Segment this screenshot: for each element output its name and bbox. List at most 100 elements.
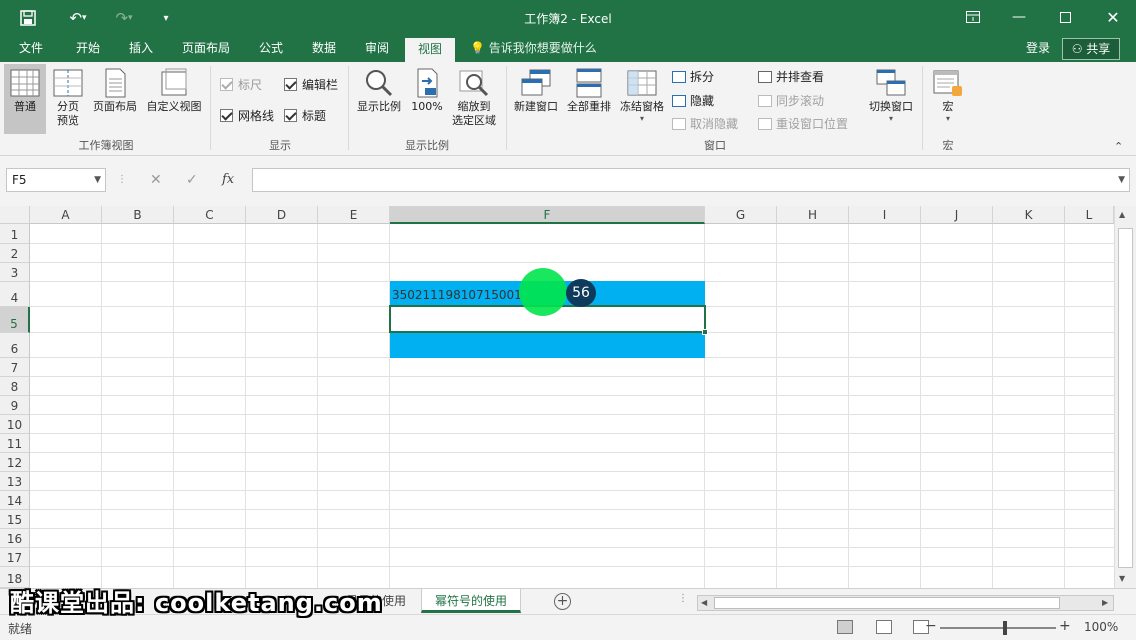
row-header-11[interactable]: 11 [0, 434, 30, 453]
tab-page-layout[interactable]: 页面布局 [172, 36, 240, 62]
workbook-views-group-label: 工作簿视图 [78, 139, 134, 152]
zoom-level[interactable]: 100% [1084, 620, 1118, 634]
formula-input[interactable]: ▼ [252, 168, 1130, 192]
column-header-f[interactable]: F [390, 206, 705, 224]
horizontal-scroll-thumb[interactable] [714, 597, 1060, 609]
tab-insert[interactable]: 插入 [118, 36, 164, 62]
zoom-100-button[interactable]: 100% [408, 64, 446, 134]
tab-data[interactable]: 数据 [300, 36, 348, 62]
row-header-15[interactable]: 15 [0, 510, 30, 529]
scroll-down-icon[interactable]: ▼ [1119, 574, 1125, 583]
split-button[interactable]: 拆分 [672, 68, 714, 85]
cancel-icon[interactable]: ✕ [150, 168, 162, 192]
enter-icon[interactable]: ✓ [186, 168, 198, 192]
zoom-in-icon[interactable]: + [1059, 618, 1071, 634]
login-link[interactable]: 登录 [1026, 36, 1050, 60]
insert-function-icon[interactable]: fx [222, 168, 234, 192]
row-header-5[interactable]: 5 [0, 307, 30, 333]
zoom-to-selection-button[interactable]: 缩放到 选定区域 [449, 64, 499, 134]
sheet-tab-power[interactable]: 幂符号的使用 [421, 589, 521, 613]
tab-view[interactable]: 视图 [405, 36, 455, 62]
name-box-dropdown-icon[interactable]: ▼ [94, 169, 101, 191]
share-button[interactable]: ⚇ 共享 [1062, 38, 1120, 60]
scroll-right-icon[interactable]: ▶ [1102, 596, 1108, 610]
maximize-icon[interactable] [1042, 0, 1088, 34]
row-header-2[interactable]: 2 [0, 244, 30, 263]
split-label: 拆分 [690, 70, 715, 84]
column-header-i[interactable]: I [849, 206, 921, 224]
select-all-corner[interactable] [0, 206, 30, 224]
zoom-button[interactable]: 显示比例 [354, 64, 404, 134]
tab-formulas[interactable]: 公式 [248, 36, 294, 62]
column-header-d[interactable]: D [246, 206, 318, 224]
fill-handle[interactable] [702, 329, 708, 335]
minimize-icon[interactable]: — [996, 0, 1042, 34]
column-header-a[interactable]: A [30, 206, 102, 224]
column-header-e[interactable]: E [318, 206, 390, 224]
column-header-j[interactable]: J [921, 206, 993, 224]
row-header-10[interactable]: 10 [0, 415, 30, 434]
expand-formula-bar-icon[interactable]: ▼ [1118, 169, 1125, 191]
column-header-l[interactable]: L [1065, 206, 1114, 224]
normal-view-status-icon[interactable] [837, 620, 853, 634]
row-header-3[interactable]: 3 [0, 263, 30, 282]
row-header-13[interactable]: 13 [0, 472, 30, 491]
arrange-all-button[interactable]: 全部重排 [564, 64, 614, 134]
row-header-17[interactable]: 17 [0, 548, 30, 567]
reset-position-icon [758, 117, 772, 130]
vertical-scroll-thumb[interactable] [1118, 228, 1133, 568]
horizontal-scrollbar[interactable]: ◀ ▶ [697, 595, 1114, 611]
custom-views-button[interactable]: 自定义视图 [143, 64, 205, 134]
normal-view-button[interactable]: 普通 [4, 64, 46, 134]
column-header-b[interactable]: B [102, 206, 174, 224]
row-header-8[interactable]: 8 [0, 377, 30, 396]
collapse-ribbon-icon[interactable]: ⌃ [1114, 140, 1123, 153]
tab-file[interactable]: 文件 [8, 36, 54, 62]
add-sheet-icon[interactable]: + [554, 593, 571, 610]
scroll-left-icon[interactable]: ◀ [701, 596, 707, 610]
zoom-slider[interactable] [940, 627, 1056, 629]
row-header-1[interactable]: 1 [0, 224, 30, 244]
row-header-6[interactable]: 6 [0, 333, 30, 358]
zoom-slider-knob[interactable] [1003, 621, 1007, 635]
switch-windows-button[interactable]: 切换窗口 ▾ [864, 64, 918, 134]
page-layout-status-icon[interactable] [876, 620, 892, 634]
tell-me-box[interactable]: 💡 告诉我你想要做什么 [470, 36, 597, 62]
view-side-by-side-button[interactable]: 并排查看 [758, 68, 824, 85]
ruler-checkbox[interactable]: 标尺 [220, 76, 262, 93]
normal-view-icon [10, 68, 40, 98]
tab-review[interactable]: 审阅 [354, 36, 400, 62]
row-header-4[interactable]: 4 [0, 282, 30, 307]
vertical-scrollbar[interactable]: ▲ ▼ [1114, 206, 1136, 588]
formula-bar-checkbox[interactable]: 编辑栏 [284, 76, 338, 93]
worksheet-grid[interactable]: ABCDEFGHIJKL 1 2 3 4 5 6 7 8 9 10 11 12 13 14 15 16 17 18… [0, 206, 1136, 588]
close-icon[interactable]: ✕ [1090, 0, 1136, 34]
page-break-preview-button[interactable]: 分页 预览 [50, 64, 86, 134]
column-header-g[interactable]: G [705, 206, 777, 224]
column-header-k[interactable]: K [993, 206, 1065, 224]
cell-F4[interactable]: 35021119810715001 [392, 286, 522, 304]
gridlines-checkbox[interactable]: 网格线 [220, 107, 274, 124]
freeze-panes-button[interactable]: 冻结窗格 ▾ [616, 64, 668, 134]
ribbon-display-icon[interactable] [950, 0, 996, 34]
row-header-12[interactable]: 12 [0, 453, 30, 472]
name-box[interactable]: F5 ▼ [6, 168, 106, 192]
tab-split-icon[interactable]: ⋮ [678, 593, 688, 604]
hide-button[interactable]: 隐藏 [672, 92, 714, 109]
column-header-h[interactable]: H [777, 206, 849, 224]
headings-checkbox[interactable]: 标题 [284, 107, 326, 124]
row-header-14[interactable]: 14 [0, 491, 30, 510]
column-header-c[interactable]: C [174, 206, 246, 224]
scroll-up-icon[interactable]: ▲ [1119, 210, 1125, 219]
zoom-out-icon[interactable]: − [925, 618, 937, 634]
macros-button[interactable]: 宏 ▾ [928, 64, 968, 134]
unhide-button[interactable]: 取消隐藏 [672, 115, 738, 132]
page-layout-view-button[interactable]: 页面布局 [90, 64, 140, 134]
row-header-9[interactable]: 9 [0, 396, 30, 415]
row-header-16[interactable]: 16 [0, 529, 30, 548]
sync-scroll-button[interactable]: 同步滚动 [758, 92, 824, 109]
tab-home[interactable]: 开始 [64, 36, 112, 62]
row-header-7[interactable]: 7 [0, 358, 30, 377]
reset-window-position-button[interactable]: 重设窗口位置 [758, 115, 848, 132]
new-window-button[interactable]: 新建窗口 [510, 64, 562, 134]
